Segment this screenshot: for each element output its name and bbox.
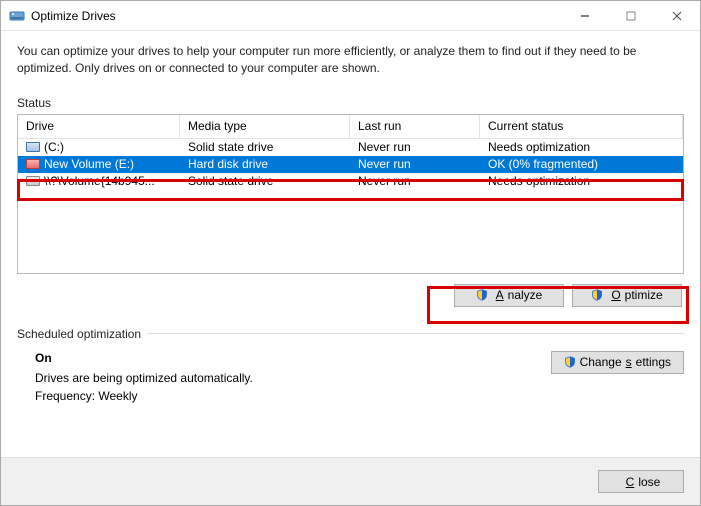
- optimize-label-u: O: [611, 288, 620, 302]
- table-row[interactable]: \\?\Volume{14b945... Solid state drive N…: [18, 173, 683, 190]
- change-label-post: ettings: [636, 355, 671, 369]
- shield-icon: [564, 356, 576, 368]
- ssd-icon: [26, 142, 40, 152]
- description-text: You can optimize your drives to help you…: [17, 43, 684, 78]
- analyze-label-u: A: [496, 288, 504, 302]
- cell-media: Solid state drive: [180, 140, 350, 154]
- optimize-button[interactable]: Optimize: [572, 284, 682, 307]
- header-drive[interactable]: Drive: [18, 115, 180, 138]
- cell-last: Never run: [350, 174, 480, 188]
- cell-last: Never run: [350, 157, 480, 171]
- optimize-drives-window: Optimize Drives You can optimize your dr…: [0, 0, 701, 506]
- minimize-button[interactable]: [562, 1, 608, 31]
- schedule-on: On: [35, 351, 253, 365]
- volume-icon: [26, 176, 40, 186]
- shield-icon: [591, 289, 603, 301]
- content-area: You can optimize your drives to help you…: [1, 31, 700, 415]
- schedule-info: On Drives are being optimized automatica…: [17, 351, 253, 407]
- window-title: Optimize Drives: [31, 9, 116, 23]
- status-label: Status: [17, 96, 684, 110]
- analyze-label-post: nalyze: [508, 288, 543, 302]
- cell-media: Hard disk drive: [180, 157, 350, 171]
- cell-drive: New Volume (E:): [44, 157, 134, 171]
- close-label-post: lose: [638, 475, 660, 489]
- table-row[interactable]: (C:) Solid state drive Never run Needs o…: [18, 139, 683, 156]
- header-status[interactable]: Current status: [480, 115, 683, 138]
- schedule-auto: Drives are being optimized automatically…: [35, 371, 253, 385]
- change-label-u: s: [626, 355, 632, 369]
- hdd-icon: [26, 159, 40, 169]
- scheduled-label: Scheduled optimization: [17, 327, 141, 341]
- drives-table: Drive Media type Last run Current status…: [17, 114, 684, 274]
- close-label-u: C: [626, 475, 635, 489]
- cell-status: Needs optimization: [480, 174, 683, 188]
- cell-status: Needs optimization: [480, 140, 683, 154]
- cell-last: Never run: [350, 140, 480, 154]
- header-media[interactable]: Media type: [180, 115, 350, 138]
- cell-drive: \\?\Volume{14b945...: [44, 174, 155, 188]
- scheduled-optimization-section: Scheduled optimization On Drives are bei…: [17, 317, 684, 415]
- analyze-button[interactable]: Analyze: [454, 284, 564, 307]
- dialog-footer: Close: [1, 457, 700, 505]
- app-icon: [9, 8, 25, 24]
- titlebar: Optimize Drives: [1, 1, 700, 31]
- change-label-pre: Change: [580, 355, 622, 369]
- shield-icon: [476, 289, 488, 301]
- cell-drive: (C:): [44, 140, 64, 154]
- maximize-button[interactable]: [608, 1, 654, 31]
- action-buttons: Analyze Optimize: [17, 274, 684, 317]
- close-button[interactable]: Close: [598, 470, 684, 493]
- table-header: Drive Media type Last run Current status: [18, 115, 683, 139]
- close-window-button[interactable]: [654, 1, 700, 31]
- cell-media: Solid state drive: [180, 174, 350, 188]
- table-row[interactable]: New Volume (E:) Hard disk drive Never ru…: [18, 156, 683, 173]
- optimize-label-post: ptimize: [625, 288, 663, 302]
- change-settings-button[interactable]: Change s ettings: [551, 351, 684, 374]
- table-body: (C:) Solid state drive Never run Needs o…: [18, 139, 683, 190]
- header-last[interactable]: Last run: [350, 115, 480, 138]
- cell-status: OK (0% fragmented): [480, 157, 683, 171]
- schedule-freq: Frequency: Weekly: [35, 389, 253, 403]
- window-controls: [562, 1, 700, 31]
